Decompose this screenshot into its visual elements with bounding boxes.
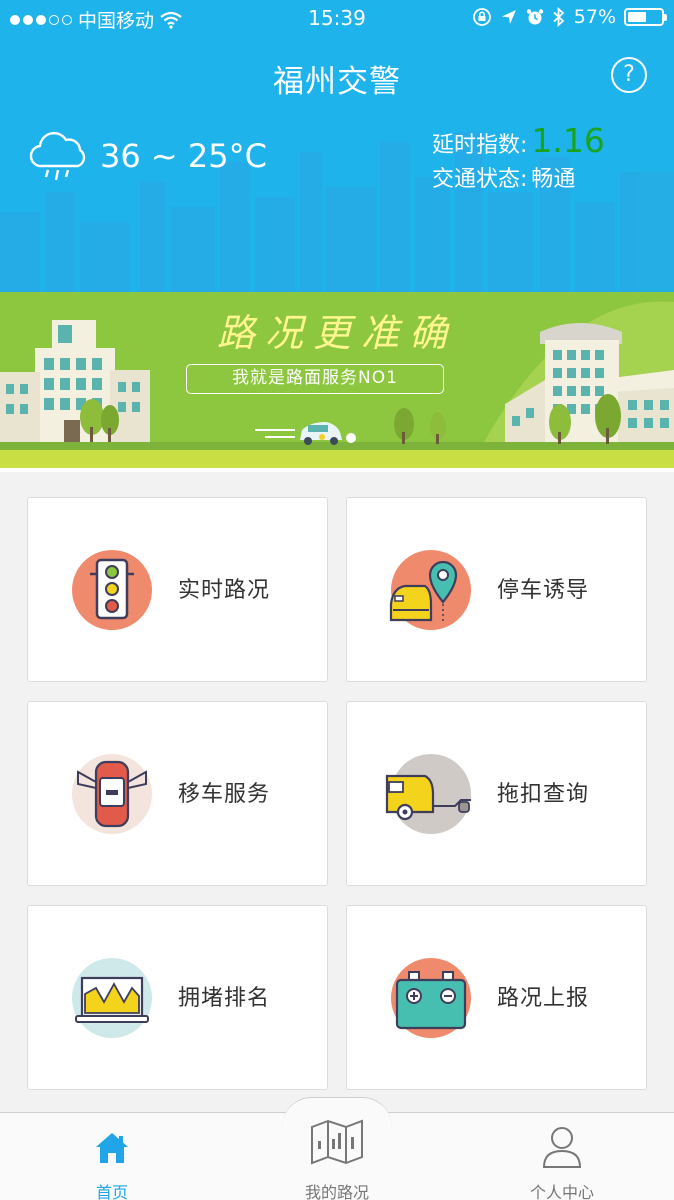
- tow-truck-icon: [385, 754, 471, 834]
- tab-home[interactable]: 首页: [0, 1113, 224, 1200]
- traffic-status-value: 畅通: [531, 167, 576, 192]
- card-label: 拖扣查询: [497, 782, 590, 807]
- battery-icon: [624, 8, 667, 26]
- location-arrow-icon: [501, 10, 516, 24]
- parking-location-icon: [389, 550, 471, 630]
- alarm-clock-icon: [526, 9, 543, 25]
- battery-report-icon: [391, 958, 471, 1038]
- tab-label: 我的路况: [304, 1183, 369, 1200]
- header: 中国移动 15:39 57% 福州交警 ? 36 ~ 25°C 延时指数: 1.…: [0, 0, 674, 292]
- parking-guidance-card[interactable]: 停车诱导: [346, 497, 647, 682]
- banner-subtitle: 我就是路面服务NO1: [186, 364, 444, 394]
- delay-index-label: 延时指数:: [432, 133, 528, 158]
- battery-percent: 57%: [573, 6, 616, 28]
- delay-index-value: 1.16: [531, 121, 605, 160]
- realtime-traffic-card[interactable]: 实时路况: [27, 497, 328, 682]
- card-label: 移车服务: [178, 782, 271, 807]
- traffic-report-card[interactable]: 路况上报: [346, 905, 647, 1090]
- rotation-lock-icon: [472, 8, 491, 26]
- card-label: 拥堵排名: [178, 986, 271, 1011]
- tab-bar: 首页 我的路况 个人中心: [0, 1097, 674, 1200]
- traffic-info: 延时指数: 1.16 交通状态: 畅通: [432, 124, 605, 197]
- weather-temperature: 36 ~ 25°C: [100, 137, 267, 175]
- tab-personal-center[interactable]: 个人中心: [450, 1113, 674, 1200]
- tab-label: 个人中心: [529, 1183, 594, 1200]
- tow-query-card[interactable]: 拖扣查询: [346, 701, 647, 886]
- help-button[interactable]: ?: [611, 57, 647, 93]
- congestion-ranking-card[interactable]: 拥堵排名: [27, 905, 328, 1090]
- bluetooth-icon: [553, 7, 565, 27]
- congestion-chart-icon: [72, 958, 152, 1038]
- promo-banner[interactable]: 路况更准确 我就是路面服务NO1: [0, 292, 674, 468]
- question-circle-icon: ?: [623, 62, 635, 87]
- service-grid: 实时路况 停车诱导 移车服务 拖扣查询 拥堵排名 路况上报: [0, 472, 674, 1112]
- home-icon: [96, 1133, 128, 1163]
- card-label: 实时路况: [178, 578, 271, 603]
- card-label: 停车诱导: [497, 578, 590, 603]
- cloud-rain-icon: [29, 131, 86, 181]
- traffic-status-label: 交通状态:: [432, 167, 528, 192]
- tab-label: 首页: [95, 1183, 128, 1200]
- user-icon: [542, 1127, 582, 1168]
- app-title: 福州交警: [273, 64, 401, 100]
- tab-my-traffic[interactable]: 我的路况: [225, 1113, 449, 1200]
- car-move-card[interactable]: 移车服务: [27, 701, 328, 886]
- traffic-light-icon: [72, 550, 152, 630]
- card-label: 路况上报: [497, 986, 590, 1011]
- status-bar: 中国移动 15:39 57%: [0, 0, 674, 38]
- banner-title: 路况更准确: [216, 311, 457, 355]
- map-icon: [311, 1119, 363, 1165]
- car-move-icon: [72, 754, 152, 834]
- weather-widget: 36 ~ 25°C: [28, 130, 267, 182]
